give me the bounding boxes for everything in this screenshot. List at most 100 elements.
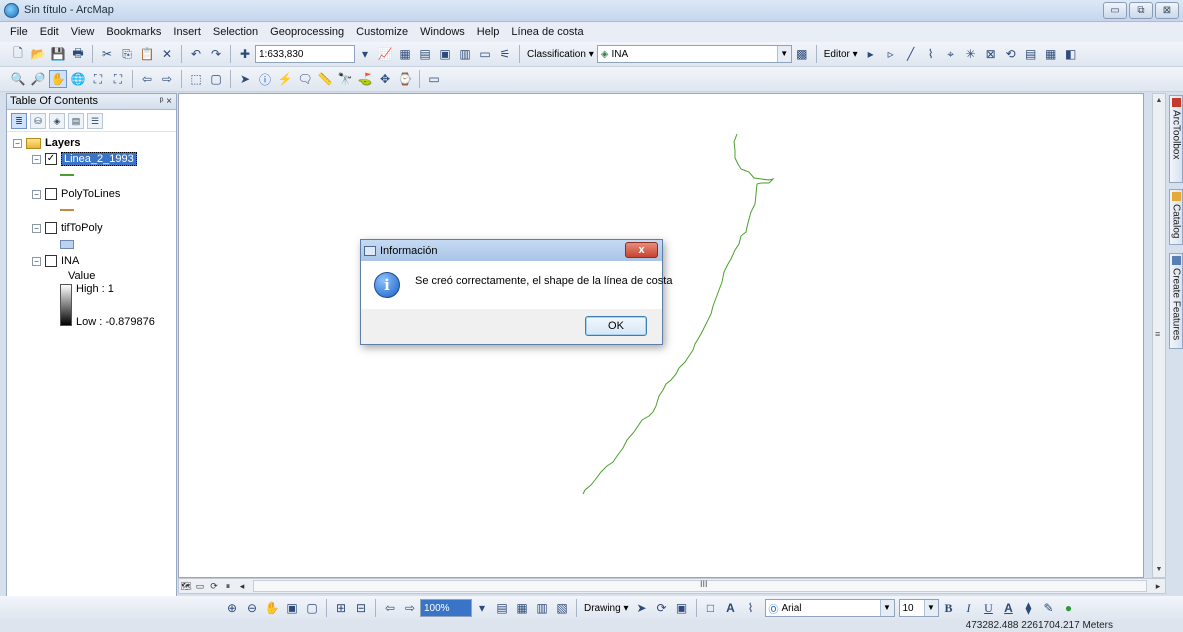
classification-menu[interactable]: Classification ▾ (524, 49, 597, 60)
horizontal-scroll-track[interactable]: III (253, 579, 1147, 592)
list-by-source-icon[interactable]: ⛁ (30, 112, 46, 129)
layer-visibility-checkbox[interactable] (45, 188, 57, 200)
redo-icon[interactable]: ↷ (207, 45, 225, 63)
layer-label[interactable]: Linea_2_1993 (61, 152, 137, 166)
editor-toolbar-icon[interactable]: 📈 (376, 45, 394, 63)
drawing-menu[interactable]: Drawing ▾ (581, 603, 632, 614)
zoom-dropdown-arrow-icon[interactable]: ▾ (473, 599, 491, 617)
reshape-icon[interactable]: ⊠ (982, 45, 1000, 63)
classify-colors-icon[interactable]: ▩ (793, 45, 811, 63)
save-icon[interactable]: 💾 (49, 45, 67, 63)
layer-label[interactable]: INA (61, 255, 79, 267)
layout-pan-icon[interactable]: ✋ (263, 599, 281, 617)
layer-label[interactable]: PolyToLines (61, 188, 120, 200)
search-window-icon[interactable]: ▣ (436, 45, 454, 63)
scroll-up-icon[interactable]: ▲ (1153, 94, 1165, 108)
rotate-icon[interactable]: ⟲ (1002, 45, 1020, 63)
zoom-out-icon[interactable]: 🔎 (29, 70, 47, 88)
ok-button[interactable]: OK (585, 316, 647, 336)
chevron-down-icon[interactable]: ▼ (776, 46, 791, 62)
clear-selection-icon[interactable]: ▢ (207, 70, 225, 88)
arctoolbox-icon[interactable]: ▥ (456, 45, 474, 63)
full-extent-icon[interactable]: 🌐 (69, 70, 87, 88)
create-features-tab[interactable]: Create Features (1169, 253, 1183, 349)
python-window-icon[interactable]: ▭ (476, 45, 494, 63)
forward-extent-icon[interactable]: ⇨ (158, 70, 176, 88)
zoom-100-icon[interactable]: ▢ (303, 599, 321, 617)
toggle-draft-mode-icon[interactable]: ▤ (493, 599, 511, 617)
dialog-close-button[interactable]: x (625, 242, 658, 258)
measure-icon[interactable]: 📏 (316, 70, 334, 88)
layout-zoom-in-icon[interactable]: ⊕ (223, 599, 241, 617)
text-tool-icon[interactable]: A (722, 599, 740, 617)
go-to-xy-icon[interactable]: ✥ (376, 70, 394, 88)
forward-extent-icon[interactable]: ⇨ (401, 599, 419, 617)
data-driven-pages-icon[interactable]: ▧ (553, 599, 571, 617)
delete-icon[interactable]: ✕ (158, 45, 176, 63)
select-elements-icon[interactable]: ➤ (633, 599, 651, 617)
underline-button[interactable]: U (980, 599, 998, 617)
fixed-zoom-out-icon[interactable]: ⊟ (352, 599, 370, 617)
layer-linea-2-1993[interactable]: − ✓ Linea_2_1993 (32, 152, 137, 166)
trace-icon[interactable]: ⌇ (922, 45, 940, 63)
undo-icon[interactable]: ↶ (187, 45, 205, 63)
layer-combo[interactable]: ◈ INA ▼ (596, 45, 792, 63)
layer-polytolines[interactable]: − PolyToLines (32, 188, 120, 200)
back-extent-icon[interactable]: ⇦ (138, 70, 156, 88)
marker-color-icon[interactable]: ● (1060, 599, 1078, 617)
layer-tiftopoly[interactable]: − tifToPoly (32, 222, 103, 234)
data-view-icon[interactable]: 🗺 (179, 579, 193, 593)
pan-hand-icon[interactable]: ✋ (49, 70, 67, 88)
straight-segment-icon[interactable]: ╱ (902, 45, 920, 63)
list-by-drawing-order-icon[interactable]: ≣ (11, 112, 27, 129)
refresh-icon[interactable]: ⟳ (207, 579, 221, 593)
menu-help[interactable]: Help (471, 26, 506, 38)
map-vertical-scrollbar[interactable]: ▲ ≡ ▼ (1152, 93, 1166, 578)
fixed-zoom-in-icon[interactable]: ⊞ (332, 599, 350, 617)
model-builder-icon[interactable]: ⚟ (496, 45, 514, 63)
dialog-title-bar[interactable]: Información x (361, 240, 662, 261)
edit-annotation-icon[interactable]: ▹ (882, 45, 900, 63)
menu-bookmarks[interactable]: Bookmarks (100, 26, 167, 38)
viewer-window-icon[interactable]: ▭ (425, 70, 443, 88)
fixed-zoom-in-icon[interactable]: ⛶ (89, 70, 107, 88)
font-color-button[interactable]: A (1000, 599, 1018, 617)
edit-vertices-icon[interactable]: ⌇ (742, 599, 760, 617)
rectangle-icon[interactable]: □ (702, 599, 720, 617)
new-document-icon[interactable]: 🗋 (9, 45, 27, 63)
layers-group[interactable]: − Layers (13, 137, 80, 149)
zoom-whole-page-icon[interactable]: ▣ (283, 599, 301, 617)
table-icon[interactable]: ▦ (396, 45, 414, 63)
split-icon[interactable]: ✳ (962, 45, 980, 63)
copy-icon[interactable]: ⎘ (118, 45, 136, 63)
catalog-window-icon[interactable]: ▤ (416, 45, 434, 63)
cut-polygon-icon[interactable]: ⌖ (942, 45, 960, 63)
select-elements-icon[interactable]: ➤ (236, 70, 254, 88)
scroll-grip-icon[interactable]: III (700, 579, 708, 589)
select-features-icon[interactable]: ⬚ (187, 70, 205, 88)
scroll-down-icon[interactable]: ▼ (1153, 563, 1165, 577)
menu-view[interactable]: View (65, 26, 101, 38)
bold-button[interactable]: B (940, 599, 958, 617)
collapse-icon[interactable]: − (13, 138, 22, 148)
close-window-button[interactable]: ⊠ (1155, 2, 1179, 19)
editor-menu[interactable]: Editor ▾ (821, 49, 861, 60)
chevron-down-icon[interactable]: ▼ (879, 600, 894, 616)
print-icon[interactable]: 🖶 (69, 45, 87, 63)
restore-button[interactable]: ⧉ (1129, 2, 1153, 19)
italic-button[interactable]: I (960, 599, 978, 617)
map-scale-combo[interactable]: 1:633,830 (255, 45, 355, 63)
edit-tool-icon[interactable]: ▸ (862, 45, 880, 63)
scroll-left-icon[interactable]: ◂ (235, 579, 249, 593)
layout-view-icon[interactable]: ▭ (193, 579, 207, 593)
fixed-zoom-out-icon[interactable]: ⛶ (109, 70, 127, 88)
zoom-percent-combo[interactable]: 100% (420, 599, 472, 617)
minimize-button[interactable]: ▭ (1103, 2, 1127, 19)
find-icon[interactable]: 🔭 (336, 70, 354, 88)
layer-visibility-checkbox[interactable] (45, 222, 57, 234)
menu-windows[interactable]: Windows (414, 26, 471, 38)
hyperlink-icon[interactable]: ⚡ (276, 70, 294, 88)
identify-icon[interactable]: ⓘ (256, 70, 274, 88)
paste-icon[interactable]: 📋 (138, 45, 156, 63)
scroll-grip-icon[interactable]: ≡ (1155, 329, 1160, 339)
